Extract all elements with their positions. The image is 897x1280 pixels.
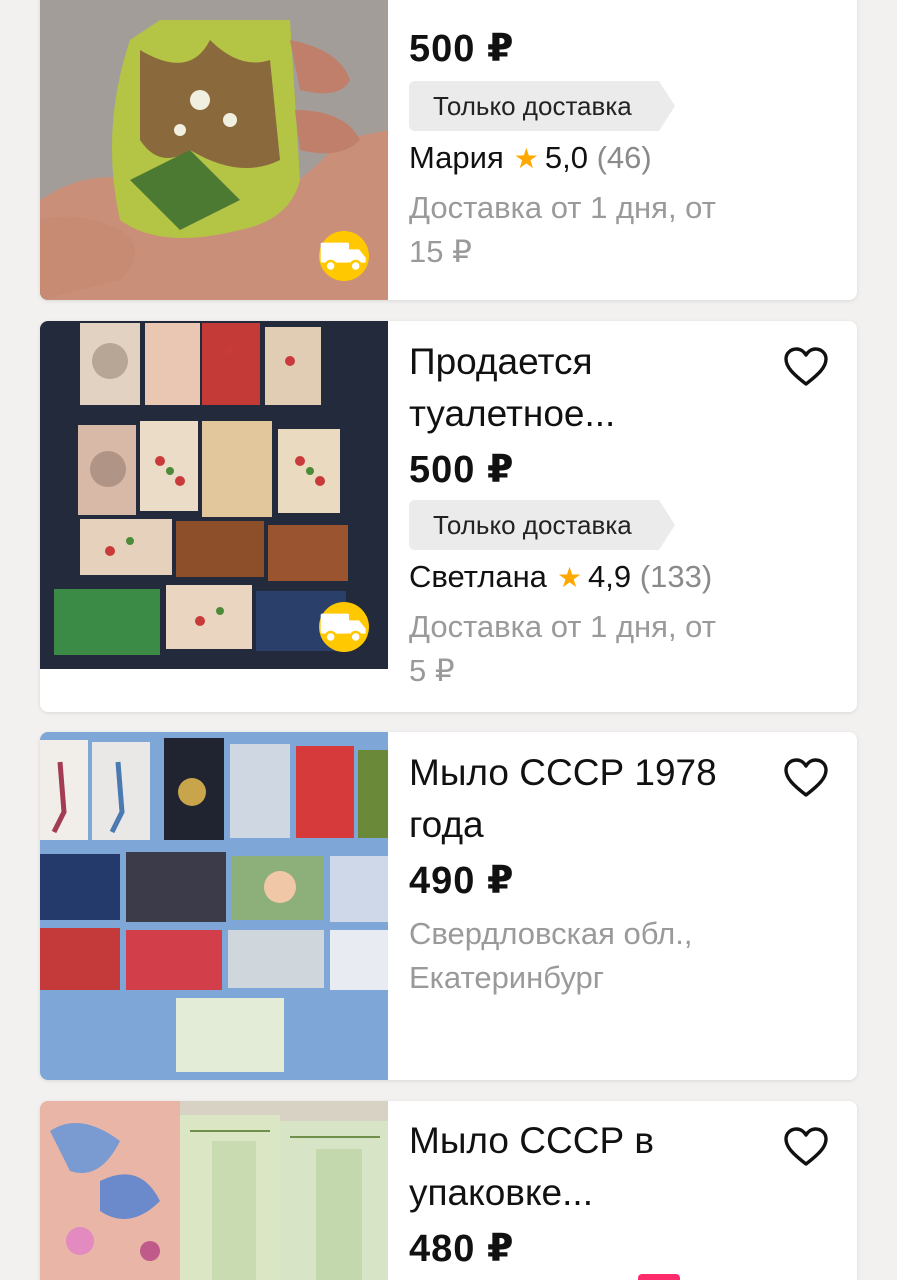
- listing-photo[interactable]: [40, 1101, 388, 1280]
- bottom-nav-indicator: [638, 1274, 680, 1280]
- delivery-only-badge: Только доставка: [409, 500, 675, 550]
- rating-value: 5,0: [544, 140, 588, 175]
- listing-price: 500 ₽: [409, 28, 515, 70]
- listing-card[interactable]: 500 ₽ Только доставка Мария ★ 5,0 (46) Дос…: [40, 0, 857, 300]
- review-count: (133): [639, 559, 713, 594]
- seller-name: Светлана: [409, 559, 547, 594]
- listing-title[interactable]: Продается туалетное...: [409, 336, 739, 440]
- truck-icon: [319, 602, 369, 652]
- listing-photo[interactable]: [40, 732, 388, 1080]
- listing-price: 500 ₽: [409, 449, 515, 491]
- listing-info: 500 ₽ Только доставка Мария ★ 5,0 (46) Дос…: [409, 0, 857, 300]
- listing-title[interactable]: Мыло СССР 1978 года: [409, 747, 739, 851]
- delivery-only-badge: Только доставка: [409, 81, 675, 131]
- listing-info: Продается туалетное... 500 ₽ Только дост…: [409, 321, 857, 712]
- listing-photo[interactable]: [40, 321, 388, 669]
- listing-title[interactable]: Мыло СССР в упаковке...: [409, 1115, 739, 1219]
- delivery-info: Доставка от 1 дня, от 5 ₽: [409, 609, 716, 688]
- listing-info: Мыло СССР в упаковке... 480 ₽: [409, 1101, 857, 1280]
- heart-outline-icon[interactable]: [783, 346, 829, 388]
- truck-icon: [319, 231, 369, 281]
- listing-card[interactable]: Мыло СССР в упаковке... 480 ₽: [40, 1101, 857, 1280]
- heart-outline-icon[interactable]: [783, 1126, 829, 1168]
- star-icon: ★: [513, 143, 539, 174]
- listing-price: 490 ₽: [409, 860, 515, 902]
- seller-rating: Светлана ★ 4,9 (133): [409, 559, 712, 595]
- star-icon: ★: [556, 562, 583, 593]
- listing-price: 480 ₽: [409, 1228, 515, 1270]
- rating-value: 4,9: [588, 559, 632, 594]
- review-count: (46): [596, 140, 652, 175]
- delivery-info: Доставка от 1 дня, от 15 ₽: [409, 190, 716, 269]
- location-info: Свердловская обл., Екатеринбург: [409, 916, 693, 995]
- listing-info: Мыло СССР 1978 года 490 ₽ Свердловская о…: [409, 732, 857, 1080]
- listing-card[interactable]: Продается туалетное... 500 ₽ Только дост…: [40, 321, 857, 712]
- heart-outline-icon[interactable]: [783, 757, 829, 799]
- seller-rating: Мария ★ 5,0 (46): [409, 140, 652, 176]
- listing-card[interactable]: Мыло СССР 1978 года 490 ₽ Свердловская о…: [40, 732, 857, 1080]
- seller-name: Мария: [409, 140, 504, 175]
- listing-photo[interactable]: [40, 0, 388, 300]
- listing-feed: 500 ₽ Только доставка Мария ★ 5,0 (46) Дос…: [0, 0, 897, 1280]
